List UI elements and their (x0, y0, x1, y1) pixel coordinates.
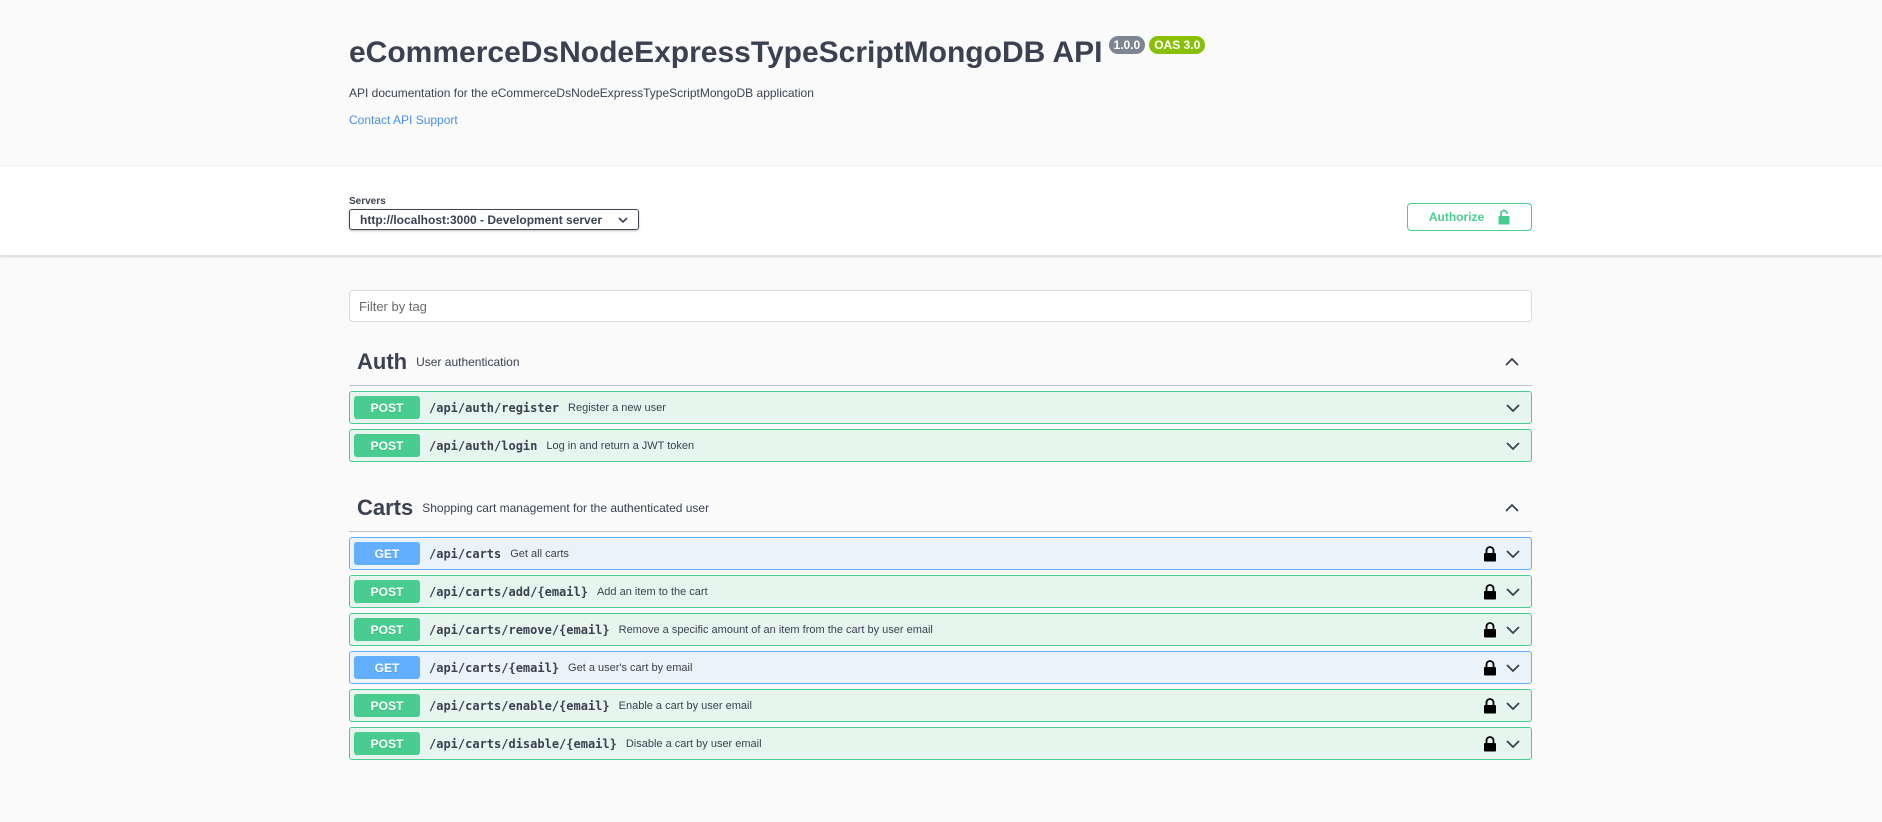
chevron-down-icon[interactable] (1505, 546, 1521, 562)
chevron-down-icon[interactable] (1505, 584, 1521, 600)
chevron-down-icon[interactable] (1505, 400, 1521, 416)
operation-summary: Get a user's cart by email (568, 661, 693, 674)
filter-by-tag-input[interactable] (349, 290, 1532, 322)
method-badge: POST (354, 694, 420, 717)
chevron-down-icon (618, 216, 628, 223)
chevron-down-icon[interactable] (1505, 698, 1521, 714)
lock-icon[interactable] (1483, 545, 1497, 562)
operation-path: /api/auth/login (429, 438, 538, 453)
operation-path: /api/carts/disable/{email} (429, 736, 617, 751)
servers-label: Servers (349, 196, 386, 207)
scheme-container: Servers http://localhost:3000 - Developm… (0, 167, 1882, 256)
chevron-down-icon[interactable] (1505, 660, 1521, 676)
lock-icon[interactable] (1483, 735, 1497, 752)
method-badge: GET (354, 542, 420, 565)
method-badge: POST (354, 618, 420, 641)
oas-badge: OAS 3.0 (1149, 36, 1206, 54)
method-badge: POST (354, 732, 420, 755)
lock-icon[interactable] (1483, 697, 1497, 714)
operation-post[interactable]: POST/api/carts/remove/{email} Remove a sp… (349, 613, 1532, 646)
method-badge: GET (354, 656, 420, 679)
operation-path: /api/carts/enable/{email} (429, 698, 610, 713)
contact-link[interactable]: Contact API Support (349, 113, 458, 127)
lock-icon[interactable] (1483, 621, 1497, 638)
tag-name: Carts (357, 494, 414, 520)
method-badge: POST (354, 580, 420, 603)
tag-groups: Auth User authentication POST/api/auth/reg… (349, 322, 1532, 760)
api-description: API documentation for the eCommerceDsNod… (349, 86, 814, 100)
operation-summary: Disable a cart by user email (625, 737, 762, 750)
operation-path: /api/carts (429, 546, 502, 561)
operation-summary: Log in and return a JWT token (546, 439, 695, 452)
operation-post[interactable]: POST/api/auth/login Log in and return a J… (349, 429, 1532, 462)
tag-name: Auth (357, 348, 408, 374)
servers-block: Servers http://localhost:3000 - Developm… (349, 196, 639, 231)
tag-description: User authentication (416, 354, 520, 369)
servers-selected-value: http://localhost:3000 - Development serv… (360, 212, 603, 227)
servers-select[interactable]: http://localhost:3000 - Development serv… (349, 209, 639, 230)
lock-icon[interactable] (1483, 583, 1497, 600)
operation-get[interactable]: GET/api/carts/{email} Get a user's cart b… (349, 651, 1532, 684)
operation-summary: Enable a cart by user email (618, 699, 752, 712)
api-title: eCommerceDsNodeExpressTypeScriptMongoDB … (349, 36, 1103, 69)
tag-header-carts[interactable]: Carts Shopping cart management for the au… (349, 484, 1532, 532)
chevron-up-icon[interactable] (1502, 352, 1522, 372)
authorize-label: Authorize (1428, 210, 1485, 224)
main-content: Auth User authentication POST/api/auth/reg… (349, 256, 1532, 760)
version-badge: 1.0.0 (1108, 36, 1146, 54)
method-badge: POST (354, 434, 420, 457)
unlock-icon (1498, 209, 1510, 225)
authorize-button[interactable]: Authorize (1407, 203, 1532, 231)
operation-get[interactable]: GET/api/carts Get all carts (349, 537, 1532, 570)
info-section: eCommerceDsNodeExpressTypeScriptMongoDB … (0, 0, 1882, 167)
operation-path: /api/carts/{email} (429, 660, 560, 675)
operation-post[interactable]: POST/api/carts/enable/{email} Enable a ca… (349, 689, 1532, 722)
operation-summary: Remove a specific amount of an item from… (618, 623, 933, 636)
operation-path: /api/carts/remove/{email} (429, 622, 610, 637)
operation-post[interactable]: POST/api/carts/add/{email} Add an item to… (349, 575, 1532, 608)
operation-post[interactable]: POST/api/carts/disable/{email} Disable a … (349, 727, 1532, 760)
chevron-down-icon[interactable] (1505, 438, 1521, 454)
operation-post[interactable]: POST/api/auth/register Register a new use… (349, 391, 1532, 424)
operation-summary: Register a new user (568, 401, 666, 414)
operation-path: /api/auth/register (429, 400, 560, 415)
method-badge: POST (354, 396, 420, 419)
tag-description: Shopping cart management for the authent… (422, 500, 710, 515)
chevron-down-icon[interactable] (1505, 736, 1521, 752)
operation-path: /api/carts/add/{email} (429, 584, 588, 599)
operation-summary: Get all carts (510, 547, 569, 560)
operation-summary: Add an item to the cart (596, 585, 708, 598)
chevron-up-icon[interactable] (1502, 498, 1522, 518)
chevron-down-icon[interactable] (1505, 622, 1521, 638)
lock-icon[interactable] (1483, 659, 1497, 676)
tag-header-auth[interactable]: Auth User authentication (349, 338, 1532, 386)
